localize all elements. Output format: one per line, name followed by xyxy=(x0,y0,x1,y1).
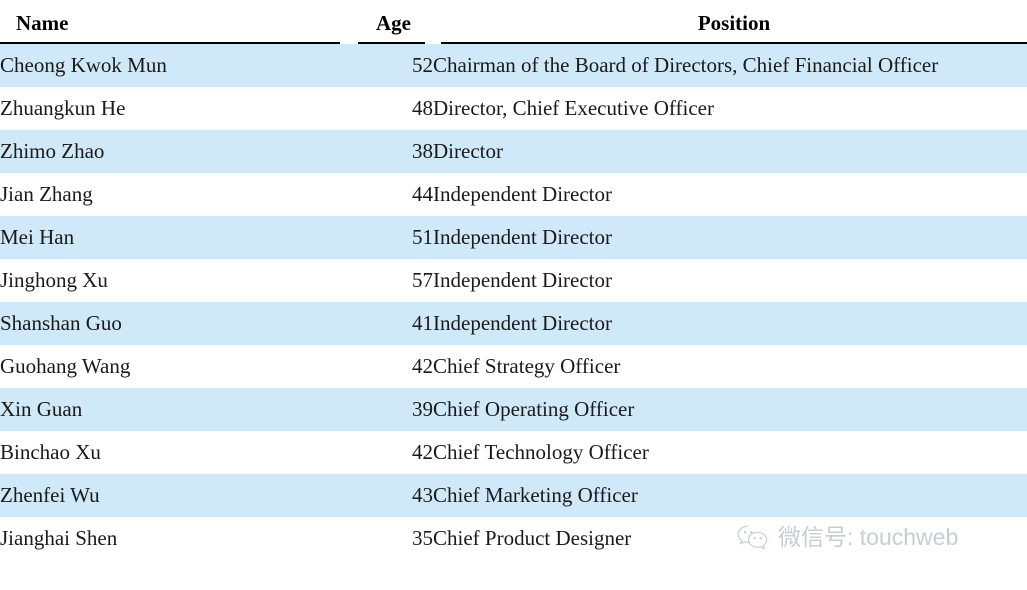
cell-name: Zhenfei Wu xyxy=(0,474,352,517)
cell-name: Jianghai Shen xyxy=(0,517,352,560)
cell-name: Shanshan Guo xyxy=(0,302,352,345)
cell-name: Zhimo Zhao xyxy=(0,130,352,173)
cell-name: Jian Zhang xyxy=(0,173,352,216)
cell-age: 35 xyxy=(352,517,433,560)
cell-age: 42 xyxy=(352,345,433,388)
table-row: Shanshan Guo41Independent Director xyxy=(0,302,1027,345)
cell-age: 51 xyxy=(352,216,433,259)
cell-position: Chief Strategy Officer xyxy=(433,345,1027,388)
cell-age: 39 xyxy=(352,388,433,431)
table-row: Cheong Kwok Mun52Chairman of the Board o… xyxy=(0,44,1027,87)
cell-position: Chief Product Designer xyxy=(433,517,1027,560)
cell-name: Binchao Xu xyxy=(0,431,352,474)
table-body: Cheong Kwok Mun52Chairman of the Board o… xyxy=(0,44,1027,560)
table-row: Zhimo Zhao38Director xyxy=(0,130,1027,173)
cell-name: Guohang Wang xyxy=(0,345,352,388)
board-members-table: Name Age Position Cheong Kwok Mun52Chair… xyxy=(0,0,1027,560)
column-header-position-label: Position xyxy=(441,11,1027,44)
table-row: Mei Han51Independent Director xyxy=(0,216,1027,259)
table-row: Jian Zhang44Independent Director xyxy=(0,173,1027,216)
cell-position: Independent Director xyxy=(433,302,1027,345)
cell-age: 44 xyxy=(352,173,433,216)
cell-name: Xin Guan xyxy=(0,388,352,431)
table-row: Guohang Wang42Chief Strategy Officer xyxy=(0,345,1027,388)
cell-age: 38 xyxy=(352,130,433,173)
cell-name: Jinghong Xu xyxy=(0,259,352,302)
table-row: Xin Guan39Chief Operating Officer xyxy=(0,388,1027,431)
cell-position: Independent Director xyxy=(433,173,1027,216)
cell-name: Mei Han xyxy=(0,216,352,259)
table-row: Zhuangkun He48Director, Chief Executive … xyxy=(0,87,1027,130)
cell-name: Zhuangkun He xyxy=(0,87,352,130)
cell-position: Chief Technology Officer xyxy=(433,431,1027,474)
cell-position: Chief Operating Officer xyxy=(433,388,1027,431)
cell-position: Independent Director xyxy=(433,259,1027,302)
cell-age: 48 xyxy=(352,87,433,130)
cell-name: Cheong Kwok Mun xyxy=(0,44,352,87)
column-header-age: Age xyxy=(352,0,433,44)
table-row: Zhenfei Wu43Chief Marketing Officer xyxy=(0,474,1027,517)
cell-age: 57 xyxy=(352,259,433,302)
table-header: Name Age Position xyxy=(0,0,1027,44)
cell-position: Director, Chief Executive Officer xyxy=(433,87,1027,130)
table-header-row: Name Age Position xyxy=(0,0,1027,44)
cell-age: 52 xyxy=(352,44,433,87)
cell-position: Chairman of the Board of Directors, Chie… xyxy=(433,44,1027,87)
cell-position: Director xyxy=(433,130,1027,173)
column-header-name-label: Name xyxy=(0,11,340,44)
cell-position: Independent Director xyxy=(433,216,1027,259)
cell-age: 42 xyxy=(352,431,433,474)
cell-age: 43 xyxy=(352,474,433,517)
table-row: Jianghai Shen35Chief Product Designer xyxy=(0,517,1027,560)
column-header-age-label: Age xyxy=(358,11,425,44)
table-row: Jinghong Xu57Independent Director xyxy=(0,259,1027,302)
column-header-name: Name xyxy=(0,0,352,44)
cell-position: Chief Marketing Officer xyxy=(433,474,1027,517)
table-row: Binchao Xu42Chief Technology Officer xyxy=(0,431,1027,474)
column-header-position: Position xyxy=(433,0,1027,44)
cell-age: 41 xyxy=(352,302,433,345)
